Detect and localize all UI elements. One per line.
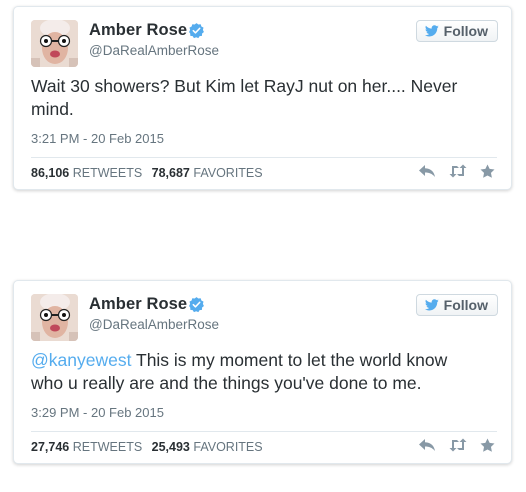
display-name[interactable]: Amber Rose	[89, 21, 187, 40]
twitter-bird-icon	[424, 299, 439, 311]
favorites-count[interactable]: 25,493	[152, 440, 190, 454]
favorite-star-icon[interactable]	[480, 164, 495, 178]
tweet-card: Amber Rose @DaRealAmberRose Follow Wait …	[13, 6, 512, 190]
timestamp[interactable]: 3:29 PM - 20 Feb 2015	[31, 405, 164, 420]
tweet-actions	[418, 438, 495, 452]
verified-badge-icon	[189, 23, 204, 39]
follow-button[interactable]: Follow	[415, 20, 498, 42]
tweet-stats: 86,106 RETWEETS 78,687 FAVORITES	[31, 166, 263, 180]
follow-label: Follow	[443, 23, 488, 39]
verified-badge-icon	[189, 297, 204, 313]
avatar[interactable]	[31, 294, 78, 341]
favorites-label: FAVORITES	[193, 166, 263, 180]
tweet-stats: 27,746 RETWEETS 25,493 FAVORITES	[31, 440, 263, 454]
timestamp[interactable]: 3:21 PM - 20 Feb 2015	[31, 131, 164, 146]
tweet-actions	[418, 164, 495, 178]
favorites-label: FAVORITES	[193, 440, 263, 454]
divider	[31, 431, 497, 432]
tweet-body: Wait 30 showers? But Kim let RayJ nut on…	[31, 76, 458, 119]
user-handle[interactable]: @DaRealAmberRose	[89, 43, 219, 58]
retweets-label: RETWEETS	[72, 166, 143, 180]
follow-label: Follow	[443, 297, 488, 313]
twitter-bird-icon	[424, 25, 439, 37]
display-name[interactable]: Amber Rose	[89, 295, 187, 314]
favorites-count[interactable]: 78,687	[152, 166, 190, 180]
avatar[interactable]	[31, 20, 78, 67]
reply-icon[interactable]	[418, 164, 436, 178]
tweet-text: Wait 30 showers? But Kim let RayJ nut on…	[31, 75, 481, 121]
retweet-icon[interactable]	[448, 438, 468, 452]
follow-button[interactable]: Follow	[415, 294, 498, 316]
retweets-label: RETWEETS	[72, 440, 143, 454]
tweet-text: @kanyewest This is my moment to let the …	[31, 349, 481, 395]
retweet-icon[interactable]	[448, 164, 468, 178]
mention-link[interactable]: @kanyewest	[31, 350, 131, 370]
reply-icon[interactable]	[418, 438, 436, 452]
user-handle[interactable]: @DaRealAmberRose	[89, 317, 219, 332]
divider	[31, 157, 497, 158]
retweets-count[interactable]: 27,746	[31, 440, 69, 454]
favorite-star-icon[interactable]	[480, 438, 495, 452]
retweets-count[interactable]: 86,106	[31, 166, 69, 180]
tweet-card: Amber Rose @DaRealAmberRose Follow @kany…	[13, 280, 512, 464]
